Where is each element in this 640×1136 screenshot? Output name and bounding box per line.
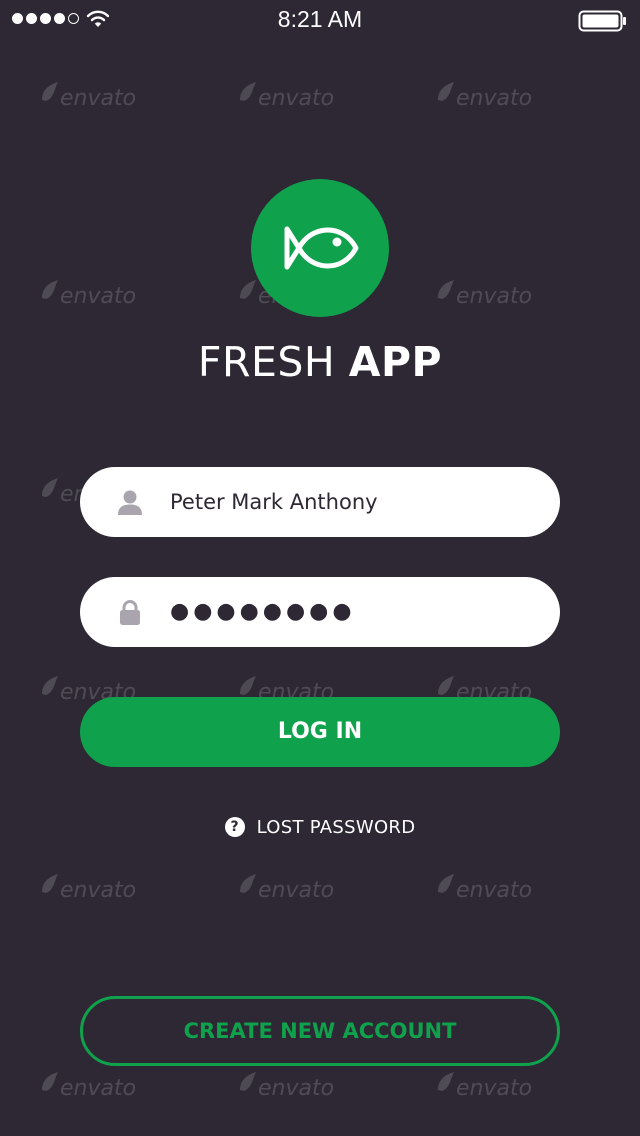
svg-text:envato: envato — [258, 86, 334, 111]
svg-text:envato: envato — [60, 878, 136, 903]
login-button[interactable]: LOG IN — [80, 697, 560, 767]
username-value: Peter Mark Anthony — [170, 490, 378, 514]
svg-text:envato: envato — [60, 284, 136, 309]
svg-text:envato: envato — [60, 1076, 136, 1101]
svg-text:envato: envato — [456, 878, 532, 903]
status-time: 8:21 AM — [277, 6, 363, 32]
create-account-button[interactable]: CREATE NEW ACCOUNT — [80, 996, 560, 1066]
svg-text:envato: envato — [258, 878, 334, 903]
svg-text:envato: envato — [60, 86, 136, 111]
svg-text:envato: envato — [456, 284, 532, 309]
app-title: FRESH APP — [0, 338, 640, 386]
username-field[interactable]: Peter Mark Anthony — [80, 467, 560, 537]
fish-icon — [284, 226, 359, 270]
question-icon: ? — [224, 817, 245, 837]
password-value: ●●●●●●●● — [170, 599, 356, 624]
app-title-bold: APP — [348, 338, 443, 386]
app-logo — [251, 179, 389, 317]
battery-icon — [578, 10, 626, 32]
user-icon — [118, 490, 142, 515]
app-title-light: FRESH — [197, 338, 336, 386]
lost-password-label: LOST PASSWORD — [256, 816, 416, 838]
status-bar: 8:21 AM — [0, 0, 640, 40]
password-field[interactable]: ●●●●●●●● — [80, 577, 560, 647]
svg-text:envato: envato — [258, 1076, 334, 1101]
svg-text:envato: envato — [456, 1076, 532, 1101]
lock-icon — [120, 600, 140, 625]
svg-text:envato: envato — [456, 86, 532, 111]
envato-watermark-layer: envato envato envato envato envato envato enva… — [0, 0, 640, 1136]
lost-password-link[interactable]: ? LOST PASSWORD — [0, 812, 640, 842]
